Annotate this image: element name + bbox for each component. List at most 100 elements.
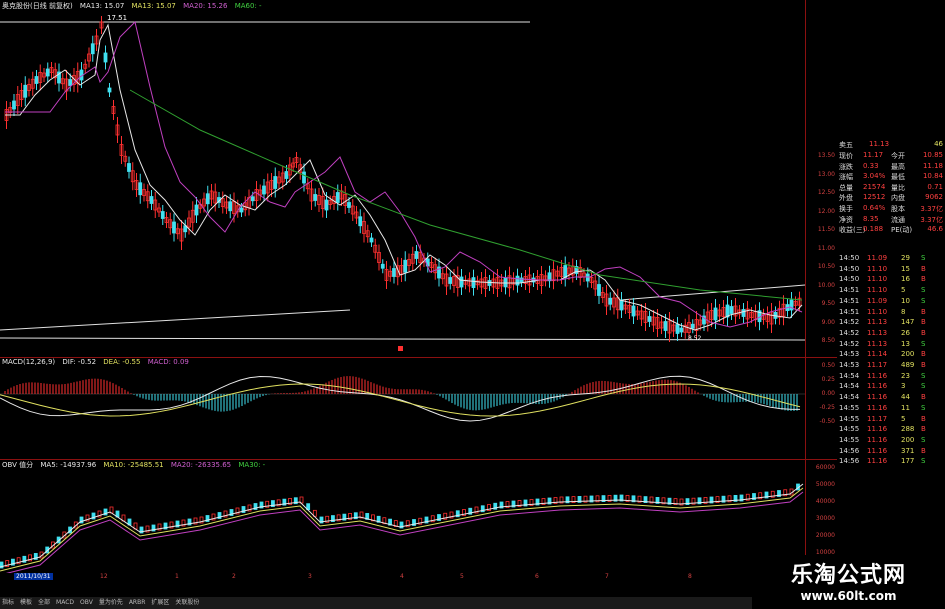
candle-body: [597, 284, 601, 296]
candle-body: [313, 194, 318, 201]
candle-body: [262, 185, 266, 195]
macd-chart[interactable]: [0, 358, 805, 459]
candle-body: [107, 87, 112, 93]
tick-v: 3: [901, 382, 906, 391]
candle-body: [679, 327, 684, 333]
tick-t: 14:50: [839, 254, 860, 262]
month-label: 3: [308, 573, 312, 580]
candle-body: [324, 199, 329, 211]
candle-body: [663, 321, 668, 331]
tick-row: 14:51 11.10 5 S: [837, 286, 945, 297]
obv-chart[interactable]: [0, 460, 805, 573]
tick-t: 14:50: [839, 275, 860, 284]
month-label: 6: [535, 573, 539, 580]
tick-t: 14:56: [839, 457, 860, 466]
tick-p: 11.10: [867, 264, 888, 273]
candle-body: [471, 277, 476, 289]
macd-pane[interactable]: MACD(12,26,9) DIF: -0.52 DEA: -0.55 MACD…: [0, 358, 805, 459]
tick-row: 14:51 11.10 8 B: [837, 308, 945, 319]
candle-body: [414, 251, 419, 259]
candle-body: [228, 201, 233, 212]
toolbar-item[interactable]: 量为价先: [99, 599, 123, 606]
candle-body: [392, 268, 396, 277]
candle-body: [713, 307, 718, 321]
tick-v: 29: [901, 254, 910, 262]
tick-v: 200: [901, 350, 915, 359]
candle-body: [448, 277, 453, 284]
tick-p: 11.13: [867, 339, 888, 348]
tick-t: 14:54: [839, 382, 860, 391]
main-price-pane[interactable]: 奥克股份(日线 前复权) MA13: 15.07 MA13: 15.07 MA2…: [0, 0, 805, 357]
tick-p: 11.16: [867, 371, 888, 380]
quote-row: 净资 8.35 流通 3.37亿: [837, 215, 945, 226]
tick-d: S: [921, 435, 926, 444]
candle-body: [631, 305, 636, 317]
tick-v: 44: [901, 393, 910, 402]
quote-l2: 量比: [891, 183, 905, 192]
candle-body: [90, 43, 95, 55]
tick-d: S: [921, 403, 926, 412]
ma-line-green: [129, 89, 803, 301]
tick-d: B: [921, 425, 926, 434]
tick-d: B: [921, 264, 926, 273]
tick-row: 14:55 11.16 288 B: [837, 425, 945, 436]
tick-p: 11.16: [867, 393, 888, 402]
quote-row: 涨跌 0.33 最高 11.18: [837, 162, 945, 173]
candle-body: [729, 306, 734, 314]
mark-square: [398, 346, 403, 351]
month-label: 8: [688, 573, 692, 580]
y-tick: 50000: [815, 481, 835, 488]
toolbar-item[interactable]: 关联股份: [175, 599, 199, 606]
candle-body: [380, 263, 385, 269]
toolbar-item[interactable]: OBV: [80, 599, 93, 606]
tick-v: 8: [901, 307, 906, 316]
obv-pane[interactable]: OBV 值分 MA5: -14937.96 MA10: -25485.51 MA…: [0, 460, 805, 573]
candle-body: [45, 68, 50, 77]
month-label: 12: [100, 573, 108, 580]
toolbar-item[interactable]: 全部: [38, 599, 50, 606]
candle-body: [619, 299, 624, 311]
month-label: 5: [460, 573, 464, 580]
candle-body: [347, 202, 351, 208]
tick-t: 14:53: [839, 350, 860, 359]
tick-d: B: [921, 307, 926, 316]
toolbar-item[interactable]: 模板: [20, 599, 32, 606]
y-tick: -0.50: [819, 418, 835, 425]
candle-body: [127, 163, 131, 172]
tick-d: S: [921, 457, 926, 466]
price-chart[interactable]: [0, 0, 805, 357]
y-tick: 20000: [815, 532, 835, 539]
toolbar-item[interactable]: 指标: [2, 599, 14, 606]
tick-v: 15: [901, 264, 910, 273]
tick-row: 14:54 11.16 44 B: [837, 393, 945, 404]
price-y-axis: 13.50 13.00 12.50 12.00 11.50 11.00 10.50 10.00…: [805, 0, 838, 357]
month-label: 4: [400, 573, 404, 580]
toolbar-item[interactable]: MACD: [56, 599, 74, 606]
tick-t: 14:53: [839, 361, 860, 369]
quote-l2: 最低: [891, 173, 905, 182]
tick-p: 11.16: [867, 457, 888, 466]
tick-t: 14:56: [839, 446, 860, 455]
high-mark-label: 17.51: [107, 14, 128, 22]
tick-t: 14:51: [839, 286, 860, 295]
quote-row: 涨幅 3.04% 最低 10.84: [837, 172, 945, 183]
y-tick: 13.00: [817, 170, 835, 178]
tick-p: 11.16: [867, 435, 888, 444]
candle-body: [741, 309, 746, 317]
toolbar-item[interactable]: ARBR: [129, 599, 146, 606]
quote-l2: 最高: [891, 162, 905, 171]
tick-row: 14:55 11.16 200 S: [837, 436, 945, 447]
quote-v1: 0.33: [863, 161, 879, 170]
candle-body: [149, 196, 154, 204]
quote-row: 总量 21574 量比 0.71: [837, 183, 945, 194]
quote-l1: 总量: [839, 183, 853, 192]
quote-v2: 10.85: [922, 151, 943, 159]
tick-row: 14:50 11.09 29 S: [837, 254, 945, 265]
tick-t: 14:52: [839, 339, 860, 348]
y-tick: 11.50: [817, 226, 835, 233]
candle-body: [335, 192, 340, 203]
candle-body: [194, 204, 199, 216]
watermark-url: www.60lt.com: [800, 589, 897, 603]
toolbar-item[interactable]: 扩展区: [151, 599, 169, 606]
quote-v2: 3.37亿: [920, 215, 943, 224]
